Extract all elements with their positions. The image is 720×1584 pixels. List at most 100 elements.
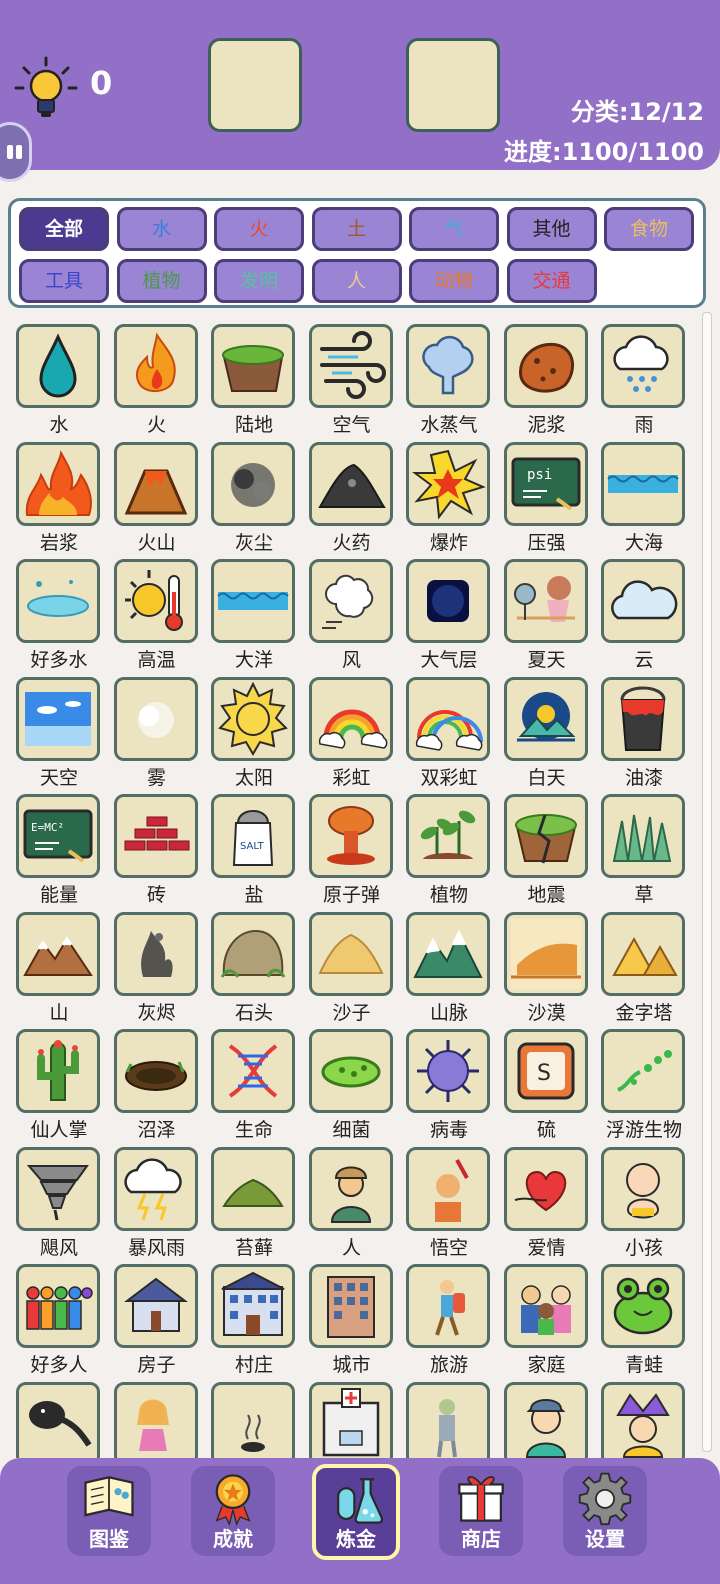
element-tile[interactable] bbox=[601, 911, 685, 996]
element-tile[interactable] bbox=[308, 794, 393, 878]
element-tile[interactable] bbox=[16, 324, 100, 408]
element-tile[interactable] bbox=[211, 1029, 295, 1113]
element-item[interactable] bbox=[406, 1374, 492, 1458]
element-item[interactable]: 悟空 bbox=[406, 1139, 492, 1259]
element-tile[interactable] bbox=[211, 441, 295, 526]
element-item[interactable]: 泥浆 bbox=[503, 316, 590, 436]
element-tile[interactable] bbox=[601, 794, 685, 878]
element-tile[interactable] bbox=[113, 1381, 198, 1458]
element-item[interactable]: 沙漠 bbox=[503, 904, 590, 1024]
element-item[interactable]: 爱情 bbox=[503, 1139, 590, 1259]
element-tile[interactable] bbox=[601, 1381, 685, 1458]
element-tile[interactable] bbox=[211, 1264, 295, 1348]
element-item[interactable]: 砖 bbox=[113, 786, 200, 906]
element-item[interactable]: 草 bbox=[601, 786, 687, 906]
element-tile[interactable] bbox=[16, 441, 100, 526]
element-item[interactable] bbox=[113, 1374, 200, 1458]
element-item[interactable]: 灰尘 bbox=[211, 434, 297, 554]
element-item[interactable]: 太阳 bbox=[211, 669, 297, 789]
element-item[interactable]: 植物 bbox=[406, 786, 492, 906]
element-tile[interactable]: S bbox=[503, 1029, 588, 1113]
element-item[interactable]: 大洋 bbox=[211, 551, 297, 671]
element-item[interactable]: 火山 bbox=[113, 434, 200, 554]
element-tile[interactable] bbox=[503, 559, 588, 643]
element-item[interactable]: 沙子 bbox=[308, 904, 395, 1024]
element-tile[interactable] bbox=[211, 324, 295, 408]
scrollbar[interactable] bbox=[702, 312, 712, 1452]
element-tile[interactable] bbox=[211, 911, 295, 996]
combine-slot-right[interactable] bbox=[406, 38, 500, 132]
category-tab[interactable]: 气 bbox=[409, 207, 499, 251]
element-item[interactable]: 爆炸 bbox=[406, 434, 492, 554]
element-tile[interactable] bbox=[308, 441, 393, 526]
element-tile[interactable] bbox=[308, 324, 393, 408]
category-tab[interactable]: 水 bbox=[116, 207, 207, 251]
nav-gift-button[interactable]: 商店 bbox=[439, 1466, 523, 1556]
element-item[interactable]: 风 bbox=[308, 551, 395, 671]
element-item[interactable]: 雾 bbox=[113, 669, 200, 789]
element-tile[interactable] bbox=[16, 1146, 100, 1231]
element-item[interactable]: 苔藓 bbox=[211, 1139, 297, 1259]
element-item[interactable]: 水 bbox=[16, 316, 102, 436]
element-tile[interactable] bbox=[503, 1146, 588, 1231]
element-tile[interactable] bbox=[406, 324, 490, 408]
element-tile[interactable] bbox=[406, 676, 490, 761]
element-tile[interactable] bbox=[211, 1146, 295, 1231]
element-item[interactable]: 金字塔 bbox=[601, 904, 687, 1024]
element-tile[interactable]: SALT bbox=[211, 794, 295, 878]
element-item[interactable]: 飓风 bbox=[16, 1139, 102, 1259]
nav-flask-button[interactable]: 炼金 bbox=[312, 1464, 400, 1560]
element-item[interactable]: 火 bbox=[113, 316, 200, 436]
element-tile[interactable] bbox=[601, 676, 685, 761]
element-item[interactable]: 仙人掌 bbox=[16, 1021, 102, 1141]
element-tile[interactable] bbox=[503, 794, 588, 878]
element-tile[interactable] bbox=[503, 676, 588, 761]
element-tile[interactable] bbox=[601, 1264, 685, 1348]
element-tile[interactable] bbox=[406, 794, 490, 878]
element-tile[interactable] bbox=[113, 1264, 198, 1348]
element-item[interactable] bbox=[16, 1374, 102, 1458]
category-tab[interactable]: 工具 bbox=[19, 259, 109, 303]
element-tile[interactable] bbox=[406, 1029, 490, 1113]
element-item[interactable]: 浮游生物 bbox=[601, 1021, 687, 1141]
element-item[interactable]: 高温 bbox=[113, 551, 200, 671]
category-tab[interactable]: 交通 bbox=[506, 259, 597, 303]
element-tile[interactable] bbox=[113, 676, 198, 761]
element-item[interactable]: SALT 盐 bbox=[211, 786, 297, 906]
nav-medal-button[interactable]: 成就 bbox=[191, 1466, 275, 1556]
element-tile[interactable] bbox=[308, 559, 393, 643]
element-tile[interactable] bbox=[308, 1264, 393, 1348]
element-item[interactable] bbox=[211, 1374, 297, 1458]
nav-gear-button[interactable]: 设置 bbox=[563, 1466, 647, 1556]
element-tile[interactable] bbox=[113, 441, 198, 526]
element-item[interactable]: 人 bbox=[308, 1139, 395, 1259]
element-item[interactable]: 地震 bbox=[503, 786, 590, 906]
element-item[interactable]: 房子 bbox=[113, 1256, 200, 1376]
element-tile[interactable] bbox=[406, 559, 490, 643]
element-tile[interactable] bbox=[601, 1029, 685, 1113]
element-tile[interactable] bbox=[308, 676, 393, 761]
nav-book-button[interactable]: 图鉴 bbox=[67, 1466, 151, 1556]
element-item[interactable]: 空气 bbox=[308, 316, 395, 436]
element-tile[interactable] bbox=[503, 911, 588, 996]
element-item[interactable]: 白天 bbox=[503, 669, 590, 789]
element-tile[interactable] bbox=[16, 911, 100, 996]
element-tile[interactable] bbox=[406, 1381, 490, 1458]
element-tile[interactable] bbox=[503, 1381, 588, 1458]
element-tile[interactable] bbox=[113, 324, 198, 408]
element-item[interactable]: 村庄 bbox=[211, 1256, 297, 1376]
category-tab[interactable]: 食物 bbox=[604, 207, 694, 251]
element-item[interactable] bbox=[503, 1374, 590, 1458]
element-item[interactable]: 好多人 bbox=[16, 1256, 102, 1376]
element-item[interactable]: E=MC² 能量 bbox=[16, 786, 102, 906]
category-tab[interactable]: 动物 bbox=[409, 259, 499, 303]
element-tile[interactable] bbox=[113, 1146, 198, 1231]
category-tab[interactable]: 全部 bbox=[19, 207, 109, 251]
element-item[interactable]: 夏天 bbox=[503, 551, 590, 671]
element-item[interactable]: 城市 bbox=[308, 1256, 395, 1376]
element-item[interactable]: 小孩 bbox=[601, 1139, 687, 1259]
element-item[interactable]: 雨 bbox=[601, 316, 687, 436]
category-tab[interactable]: 植物 bbox=[116, 259, 207, 303]
element-item[interactable] bbox=[601, 1374, 687, 1458]
element-tile[interactable] bbox=[16, 1029, 100, 1113]
